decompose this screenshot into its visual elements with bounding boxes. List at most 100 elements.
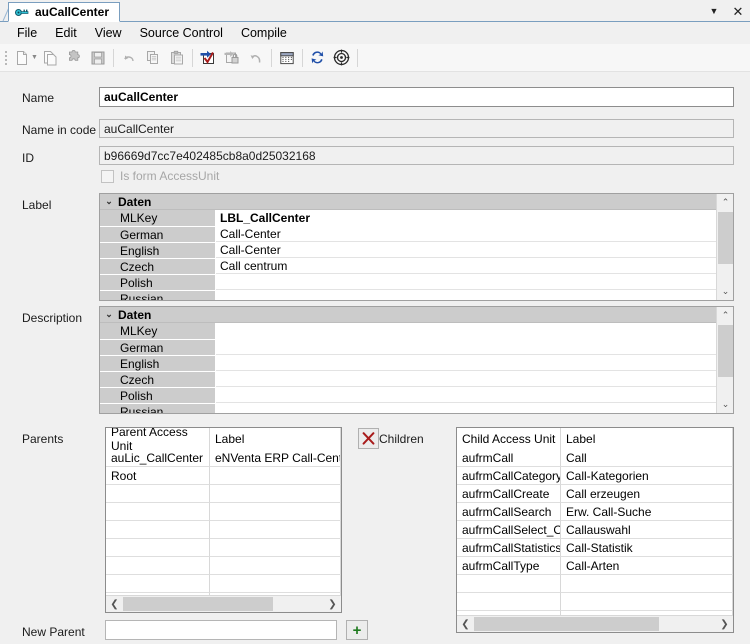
close-icon[interactable]: ✕ bbox=[730, 3, 746, 19]
target-compile-icon[interactable] bbox=[330, 46, 354, 70]
description-grid-row-value[interactable] bbox=[216, 355, 716, 371]
new-parent-input[interactable] bbox=[105, 620, 337, 640]
description-grid-row-value[interactable] bbox=[216, 403, 716, 413]
new-document-icon[interactable] bbox=[10, 46, 34, 70]
scroll-down-icon[interactable]: ⌄ bbox=[717, 396, 733, 413]
table-row[interactable]: aufrmCallCreate Call erzeugen bbox=[457, 485, 733, 503]
description-grid-group-header[interactable]: ⌄ Daten bbox=[100, 307, 716, 323]
table-row[interactable]: aufrmCallCategory Call-Kategorien bbox=[457, 467, 733, 485]
menu-edit[interactable]: Edit bbox=[46, 24, 86, 42]
table-row[interactable] bbox=[106, 521, 341, 539]
scroll-left-icon[interactable]: ❮ bbox=[106, 596, 123, 612]
check-in-lock-icon[interactable] bbox=[220, 46, 244, 70]
scroll-down-icon[interactable]: ⌄ bbox=[717, 283, 733, 300]
label-grid-row[interactable]: Russian bbox=[100, 290, 716, 300]
table-row[interactable] bbox=[106, 503, 341, 521]
hscroll-track[interactable] bbox=[474, 616, 716, 632]
check-out-icon[interactable] bbox=[196, 46, 220, 70]
description-grid-row-value[interactable] bbox=[216, 323, 716, 339]
description-grid-row[interactable]: German bbox=[100, 339, 716, 355]
scrollbar-thumb[interactable] bbox=[718, 325, 733, 377]
menu-file[interactable]: File bbox=[8, 24, 46, 42]
label-grid-row-value[interactable]: Call-Center bbox=[216, 226, 716, 242]
table-row[interactable]: Root bbox=[106, 467, 341, 485]
table-row[interactable]: aufrmCall Call bbox=[457, 449, 733, 467]
label-grid-row-value[interactable] bbox=[216, 290, 716, 300]
table-row[interactable] bbox=[106, 557, 341, 575]
children-grid[interactable]: Child Access Unit Label aufrmCall Call a… bbox=[456, 427, 734, 633]
description-grid-row-value[interactable] bbox=[216, 339, 716, 355]
undo-icon[interactable] bbox=[117, 46, 141, 70]
delete-relation-button[interactable] bbox=[358, 428, 379, 449]
puzzle-piece-icon[interactable] bbox=[62, 46, 86, 70]
description-grid-row-value[interactable] bbox=[216, 387, 716, 403]
table-row[interactable]: aufrmCallSearch Erw. Call-Suche bbox=[457, 503, 733, 521]
chevron-down-icon[interactable]: ⌄ bbox=[100, 197, 118, 206]
label-grid-row[interactable]: Czech Call centrum bbox=[100, 258, 716, 274]
chevron-down-icon[interactable]: ▼ bbox=[706, 3, 722, 19]
description-grid-row[interactable]: English bbox=[100, 355, 716, 371]
label-grid-row-value[interactable]: Call centrum bbox=[216, 258, 716, 274]
add-parent-button[interactable]: + bbox=[346, 620, 368, 640]
hscroll-track[interactable] bbox=[123, 596, 324, 612]
table-row[interactable]: aufrmCallSelect_Old Callauswahl bbox=[457, 521, 733, 539]
description-grid-row[interactable]: Czech bbox=[100, 371, 716, 387]
parents-column-header-name[interactable]: Parent Access Unit bbox=[106, 428, 210, 453]
name-input[interactable]: auCallCenter bbox=[99, 87, 734, 107]
label-grid-group-header[interactable]: ⌄ Daten bbox=[100, 194, 716, 210]
label-grid-row[interactable]: MLKey LBL_CallCenter bbox=[100, 210, 716, 226]
copy-document-icon[interactable] bbox=[38, 46, 62, 70]
menu-compile[interactable]: Compile bbox=[232, 24, 296, 42]
label-grid-scrollbar[interactable]: ⌃ ⌄ bbox=[716, 194, 733, 300]
table-row[interactable]: aufrmCallStatistics Call-Statistik bbox=[457, 539, 733, 557]
save-icon[interactable] bbox=[86, 46, 110, 70]
toolbar-grip[interactable] bbox=[2, 49, 10, 67]
hscroll-thumb[interactable] bbox=[123, 597, 273, 611]
label-property-grid[interactable]: ⌄ Daten MLKey LBL_CallCenter German Call… bbox=[99, 193, 734, 301]
table-row[interactable]: auLic_CallCenter eNVenta ERP Call-Center bbox=[106, 449, 341, 467]
parents-grid[interactable]: Parent Access Unit Label auLic_CallCente… bbox=[105, 427, 342, 613]
table-row[interactable] bbox=[106, 575, 341, 593]
scrollbar-thumb[interactable] bbox=[718, 212, 733, 264]
table-row[interactable] bbox=[457, 575, 733, 593]
menu-view[interactable]: View bbox=[86, 24, 131, 42]
is-form-access-unit-row[interactable]: Is form AccessUnit bbox=[101, 169, 219, 183]
description-property-grid[interactable]: ⌄ Daten MLKey German English Czech Polis… bbox=[99, 306, 734, 414]
table-row[interactable]: aufrmCallType Call-Arten bbox=[457, 557, 733, 575]
paste-icon[interactable] bbox=[165, 46, 189, 70]
hscroll-thumb[interactable] bbox=[474, 617, 659, 631]
scroll-right-icon[interactable]: ❯ bbox=[324, 596, 341, 612]
chevron-down-icon[interactable]: ⌄ bbox=[100, 310, 118, 319]
children-column-header-label[interactable]: Label bbox=[561, 428, 733, 449]
children-column-header-name[interactable]: Child Access Unit bbox=[457, 428, 561, 449]
description-grid-row-value[interactable] bbox=[216, 371, 716, 387]
undo-checkout-icon[interactable] bbox=[244, 46, 268, 70]
id-input[interactable]: b96669d7cc7e402485cb8a0d25032168 bbox=[99, 146, 734, 165]
scroll-up-icon[interactable]: ⌃ bbox=[717, 194, 733, 211]
history-calendar-icon[interactable] bbox=[275, 46, 299, 70]
copy-icon[interactable] bbox=[141, 46, 165, 70]
scroll-right-icon[interactable]: ❯ bbox=[716, 616, 733, 632]
parents-grid-hscrollbar[interactable]: ❮ ❯ bbox=[106, 595, 341, 612]
label-grid-row[interactable]: German Call-Center bbox=[100, 226, 716, 242]
menu-source-control[interactable]: Source Control bbox=[131, 24, 232, 42]
scroll-up-icon[interactable]: ⌃ bbox=[717, 307, 733, 324]
parents-column-header-label[interactable]: Label bbox=[210, 428, 341, 449]
description-grid-row[interactable]: Russian bbox=[100, 403, 716, 413]
label-grid-row[interactable]: English Call-Center bbox=[100, 242, 716, 258]
label-grid-row-value[interactable]: LBL_CallCenter bbox=[216, 210, 716, 226]
name-in-code-input[interactable]: auCallCenter bbox=[99, 119, 734, 138]
tab-aucallcenter[interactable]: auCallCenter bbox=[8, 2, 121, 22]
description-grid-row[interactable]: MLKey bbox=[100, 323, 716, 339]
table-row[interactable] bbox=[457, 593, 733, 611]
is-form-access-unit-checkbox[interactable] bbox=[101, 169, 114, 183]
label-grid-row-value[interactable] bbox=[216, 274, 716, 290]
scroll-left-icon[interactable]: ❮ bbox=[457, 616, 474, 632]
table-row[interactable] bbox=[106, 485, 341, 503]
label-grid-row[interactable]: Polish bbox=[100, 274, 716, 290]
label-grid-row-value[interactable]: Call-Center bbox=[216, 242, 716, 258]
children-grid-hscrollbar[interactable]: ❮ ❯ bbox=[457, 615, 733, 632]
description-grid-row[interactable]: Polish bbox=[100, 387, 716, 403]
description-grid-scrollbar[interactable]: ⌃ ⌄ bbox=[716, 307, 733, 413]
table-row[interactable] bbox=[106, 539, 341, 557]
